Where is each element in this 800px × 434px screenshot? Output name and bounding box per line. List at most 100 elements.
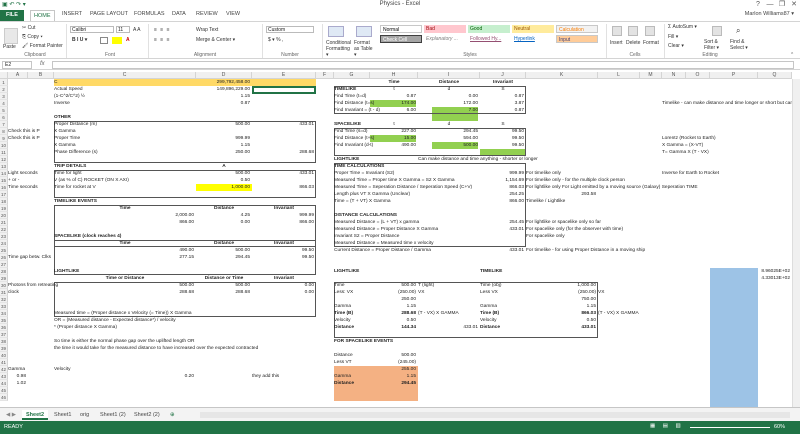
- cell-h42[interactable]: 255.00: [370, 366, 418, 373]
- cell-a16[interactable]: Time seconds: [8, 184, 38, 191]
- cell-c29[interactable]: Time or Distance: [54, 275, 196, 282]
- insert-cells-icon[interactable]: [612, 26, 622, 36]
- vertical-scrollbar[interactable]: [792, 79, 800, 407]
- bold-italic-underline-buttons[interactable]: B I U ▾: [72, 37, 87, 43]
- column-header[interactable]: C: [54, 72, 196, 79]
- cell-g21[interactable]: Measured Distance = (L + VT) x gamma: [334, 219, 419, 226]
- cell-c25[interactable]: 490.00: [54, 247, 196, 254]
- style-neutral[interactable]: Neutral: [512, 25, 554, 33]
- select-all-corner[interactable]: [0, 72, 8, 79]
- cell-a26[interactable]: Time gap betw. Clks: [8, 254, 51, 261]
- insert-cells-button[interactable]: Insert: [610, 40, 623, 46]
- restore-button[interactable]: ❐: [776, 0, 788, 10]
- row-header[interactable]: 45: [0, 387, 8, 394]
- cell-a43[interactable]: 0.98: [8, 373, 28, 380]
- cell-c20[interactable]: 2,000.00: [54, 212, 196, 219]
- find-select-icon[interactable]: ⌕: [736, 26, 740, 36]
- cell-i12[interactable]: Can make distance and time anything - sh…: [418, 156, 538, 163]
- cell-c23[interactable]: SPACELIKE (clock reaches 4): [54, 233, 121, 240]
- cell-c10[interactable]: X Gamma: [54, 142, 76, 149]
- cell-h34[interactable]: 288.68: [370, 310, 418, 317]
- add-sheet-button[interactable]: ⊕: [166, 410, 179, 420]
- cell-d30[interactable]: 500.00: [196, 282, 252, 289]
- view-mode-icons[interactable]: ▦ ▤ ▥: [650, 423, 684, 429]
- cell-k18[interactable]: Timelike / Lightlike: [526, 198, 565, 205]
- cell-c6[interactable]: OTHER: [54, 114, 71, 121]
- column-header[interactable]: F: [316, 72, 334, 79]
- row-header[interactable]: 3: [0, 93, 8, 100]
- row-header[interactable]: 8: [0, 128, 8, 135]
- row-header[interactable]: 32: [0, 296, 8, 303]
- sheet-tab-orig[interactable]: orig: [76, 410, 93, 420]
- cell-g12[interactable]: LIGHTLIKE: [334, 156, 359, 163]
- cell-j36[interactable]: Distance: [480, 324, 500, 331]
- row-header[interactable]: 22: [0, 226, 8, 233]
- tab-view[interactable]: VIEW: [226, 11, 240, 17]
- cell-l31[interactable]: VX: [598, 289, 604, 296]
- cell-a30[interactable]: Photons from retreating: [8, 282, 58, 289]
- cell-j22[interactable]: 433.01: [480, 226, 526, 233]
- column-header[interactable]: K: [526, 72, 598, 79]
- cell-h8[interactable]: 227.00: [370, 128, 418, 135]
- cell-h2[interactable]: t: [370, 86, 418, 93]
- formula-input[interactable]: [52, 61, 794, 69]
- cell-e43[interactable]: they add this: [252, 373, 279, 380]
- merge-center-button[interactable]: Merge & Center ▾: [196, 37, 235, 43]
- name-box[interactable]: E2: [2, 61, 32, 69]
- cell-g10[interactable]: Find Invariant (d-t): [334, 142, 373, 149]
- cell-g14[interactable]: Proper Time = Invariant (S2): [334, 170, 394, 177]
- style-followed-hyperlink[interactable]: Followed Hy...: [468, 35, 510, 43]
- cell-g35[interactable]: Velocity: [334, 317, 351, 324]
- sort-filter-button[interactable]: Sort & Filter ▾: [704, 39, 726, 51]
- cell-h5[interactable]: 6.00: [370, 107, 418, 114]
- cell-d10[interactable]: 1.15: [196, 142, 252, 149]
- cell-e21[interactable]: 866.00: [252, 219, 316, 226]
- cell-g4[interactable]: Find Distance (t=s): [334, 100, 374, 107]
- cell-j30[interactable]: Time (obj): [480, 282, 501, 289]
- selected-cell[interactable]: [252, 86, 316, 94]
- cell-e25[interactable]: 99.50: [252, 247, 316, 254]
- cell-d1[interactable]: 299,792,458.00: [196, 79, 252, 86]
- cell-c42[interactable]: Velocity: [54, 366, 71, 373]
- cell-k21[interactable]: For lightlike or spacelike only so far: [526, 219, 601, 226]
- row-header[interactable]: 5: [0, 107, 8, 114]
- cell-h36[interactable]: 144.34: [370, 324, 418, 331]
- close-button[interactable]: ✕: [788, 0, 800, 10]
- cell-j15[interactable]: 1,154.69: [480, 177, 526, 184]
- cell-d7[interactable]: 500.00: [196, 121, 252, 128]
- cell-n11[interactable]: T= Gamma X (T - VX): [662, 149, 709, 156]
- row-header[interactable]: 24: [0, 240, 8, 247]
- cell-c36[interactable]: * (Proper distance X Gamma): [54, 324, 117, 331]
- sheet-tab-sheet1[interactable]: Sheet1: [50, 410, 75, 420]
- cell-c11[interactable]: Phase Difference (s): [54, 149, 98, 156]
- cell-g2[interactable]: TIMELIKE: [334, 86, 356, 93]
- column-header[interactable]: N: [662, 72, 686, 79]
- cell-c19[interactable]: Time: [54, 205, 196, 212]
- cell-h31[interactable]: (250.00): [370, 289, 418, 296]
- number-format-combo[interactable]: Custom: [266, 26, 314, 33]
- cut-button[interactable]: ✂ Cut: [22, 25, 35, 31]
- cell-h3[interactable]: 0.87: [370, 93, 418, 100]
- row-header[interactable]: 38: [0, 338, 8, 345]
- row-header[interactable]: 28: [0, 268, 8, 275]
- cell-i7[interactable]: d: [418, 121, 480, 128]
- cell-i5[interactable]: 7.00: [418, 107, 480, 114]
- style-normal[interactable]: Normal: [380, 25, 422, 33]
- cell-g31[interactable]: Less: VX: [334, 289, 353, 296]
- cell-g22[interactable]: Measured Distance = Proper Distance X Ga…: [334, 226, 438, 233]
- row-header[interactable]: 16: [0, 184, 8, 191]
- cell-c43[interactable]: 0.20: [54, 373, 196, 380]
- format-as-table-button[interactable]: Format as Table ▾: [354, 40, 376, 58]
- cell-a31[interactable]: clock: [8, 289, 19, 296]
- cell-k22[interactable]: For spacelike only (for the observer wit…: [526, 226, 623, 233]
- cell-e30[interactable]: 0.00: [252, 282, 316, 289]
- cell-k23[interactable]: For spacelike only: [526, 233, 565, 240]
- row-header[interactable]: 11: [0, 149, 8, 156]
- tab-home[interactable]: HOME: [30, 10, 55, 21]
- cell-n4[interactable]: Timelike - can make distance and time lo…: [662, 100, 800, 107]
- wrap-text-button[interactable]: Wrap Text: [196, 27, 218, 33]
- row-header[interactable]: 20: [0, 212, 8, 219]
- cell-e14[interactable]: 433.01: [252, 170, 316, 177]
- column-header[interactable]: E: [252, 72, 316, 79]
- row-header[interactable]: 21: [0, 219, 8, 226]
